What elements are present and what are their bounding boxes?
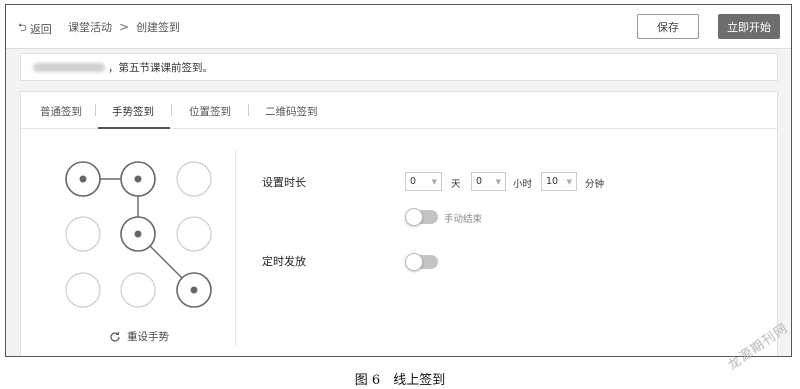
refresh-icon [110, 331, 120, 342]
back-arrow-icon: ⮌ [18, 21, 27, 34]
checkin-panel: 普通签到 手势签到 位置签到 二维码签到 重设手势 设置时长 0 ▼ 天 0 ▼… [20, 91, 778, 356]
gesture-dot-center [134, 175, 142, 183]
reset-gesture-button[interactable]: 重设手势 [109, 329, 169, 344]
minutes-select[interactable]: 10 ▼ [541, 172, 577, 191]
toggle-knob [405, 208, 423, 226]
scheduled-release-label: 定时发放 [262, 255, 306, 268]
top-bar: ⮌ 返回 课堂活动 > 创建签到 保存 立即开始 [6, 5, 791, 49]
gesture-dot-center [190, 286, 198, 294]
hours-select[interactable]: 0 ▼ [471, 172, 506, 191]
manual-end-label: 手动结束 [444, 214, 483, 225]
days-unit: 天 [451, 179, 461, 190]
gesture-dot-3[interactable] [176, 161, 212, 197]
gesture-dot-center [79, 175, 87, 183]
checkin-title-bar: ，第五节课课前签到。 [20, 53, 778, 81]
minutes-value: 10 [546, 176, 559, 187]
chevron-down-icon: ▼ [495, 178, 501, 186]
breadcrumb: 课堂活动 > 创建签到 [68, 19, 180, 35]
gesture-dots [65, 161, 212, 308]
toggle-knob [405, 253, 423, 271]
panel-divider [235, 150, 236, 346]
gesture-pattern-pad[interactable] [21, 92, 235, 322]
days-value: 0 [410, 176, 417, 187]
tab-divider [248, 104, 249, 116]
breadcrumb-classroom-activity[interactable]: 课堂活动 [68, 19, 112, 35]
minutes-unit: 分钟 [585, 179, 605, 190]
breadcrumb-create-checkin: 创建签到 [136, 21, 181, 34]
gesture-dot-7[interactable] [65, 272, 101, 308]
tab-qrcode-checkin[interactable]: 二维码签到 [265, 104, 318, 119]
gesture-dot-8[interactable] [120, 272, 156, 308]
gesture-dot-4[interactable] [65, 216, 101, 252]
chevron-down-icon: ▼ [566, 178, 572, 186]
app-window: ⮌ 返回 课堂活动 > 创建签到 保存 立即开始 ，第五节课课前签到。 普通签到… [5, 4, 792, 357]
gesture-dot-6[interactable] [176, 216, 212, 252]
start-now-button[interactable]: 立即开始 [718, 14, 780, 39]
hours-value: 0 [476, 176, 483, 187]
save-button[interactable]: 保存 [637, 14, 699, 39]
chevron-down-icon: ▼ [431, 178, 437, 186]
redacted-text [33, 62, 105, 72]
days-select[interactable]: 0 ▼ [405, 172, 442, 191]
manual-end-toggle[interactable] [405, 208, 438, 226]
breadcrumb-separator: > [119, 20, 130, 34]
gesture-dot-center [134, 230, 142, 238]
checkin-title-text: ，第五节课课前签到。 [108, 61, 213, 74]
duration-label: 设置时长 [262, 176, 306, 189]
figure-caption: 图 6 线上签到 [354, 373, 446, 388]
scheduled-release-toggle[interactable] [405, 253, 438, 271]
back-link[interactable]: ⮌ 返回 [18, 19, 52, 38]
back-label: 返回 [29, 22, 52, 36]
hours-unit: 小时 [513, 179, 533, 190]
reset-gesture-label: 重设手势 [127, 331, 169, 343]
